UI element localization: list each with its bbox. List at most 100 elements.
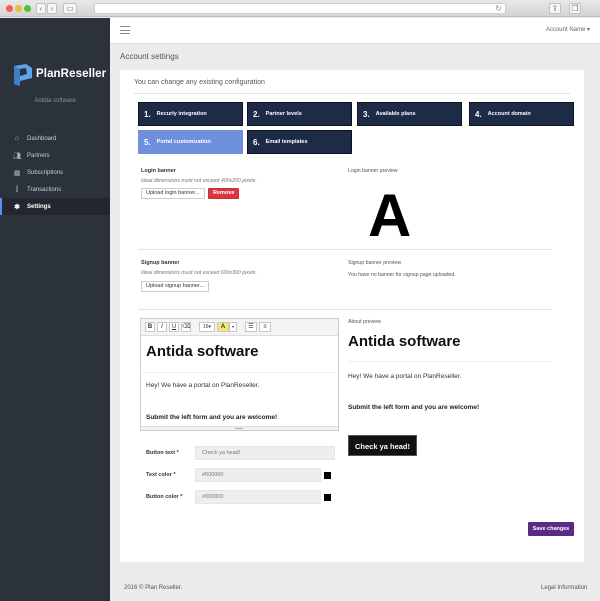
sidebar-item-transactions[interactable]: ⫿ Transactions [0, 181, 110, 198]
chart-icon: ⫿ [15, 185, 19, 193]
ordered-list-icon[interactable]: ≡ [259, 322, 271, 332]
unordered-list-icon[interactable]: ☰ [245, 322, 257, 332]
share-icon[interactable]: ⇪ [549, 3, 561, 14]
tab-recurly-integration[interactable]: 1. Recurly integration [138, 102, 243, 126]
editor-resize-handle[interactable] [141, 426, 338, 430]
sidebar-item-label: Partners [27, 152, 50, 159]
eraser-icon[interactable]: ⌫ [181, 322, 191, 332]
address-bar[interactable]: ↻ [94, 3, 506, 14]
sidebar-item-label: Transactions [27, 186, 62, 193]
brand-subtitle: Antida software [34, 98, 76, 104]
login-banner-note: Ideal dimensions must not exceed 400x200… [141, 178, 257, 184]
button-color-input[interactable] [195, 490, 321, 504]
page-title: Account settings [120, 52, 179, 61]
editor-heading[interactable]: Antida software [146, 343, 259, 360]
preview-heading: Antida software [348, 333, 461, 350]
signup-banner-empty-text: You have no banner for signup page uploa… [348, 272, 456, 278]
text-color-swatch[interactable] [324, 472, 331, 479]
editor-paragraph[interactable]: Hey! We have a portal on PlanReseller. [146, 382, 259, 389]
login-banner-preview-image: A [368, 182, 412, 249]
button-color-label: Button color * [146, 494, 183, 500]
tab-portal-customization[interactable]: 5. Portal customization [138, 130, 243, 154]
tab-label: Portal customization [156, 139, 211, 145]
sidebar-item-subscriptions[interactable]: ▦ Subscriptions [0, 164, 110, 181]
button-color-swatch[interactable] [324, 494, 331, 501]
login-banner-preview-label: Login banner preview [348, 168, 398, 174]
tab-number: 4. [475, 109, 482, 119]
hamburger-menu-icon[interactable] [120, 26, 130, 34]
account-menu[interactable]: Account Name ▾ [546, 26, 590, 33]
button-text-label: Button text * [146, 450, 179, 456]
sidebar-item-partners[interactable]: 👥︎ Partners [0, 147, 110, 164]
minimize-window-dot[interactable] [15, 5, 22, 12]
upload-signup-banner-button[interactable]: Upload signup banner... [141, 281, 210, 292]
tab-label: Available plans [375, 111, 416, 117]
sidebar-menu: ⌂ Dashboard 👥︎ Partners ▦ Subscriptions … [0, 130, 110, 215]
users-icon: 👥︎ [12, 152, 22, 160]
button-text-input[interactable] [195, 446, 335, 460]
close-window-dot[interactable] [6, 5, 13, 12]
sidebar-item-label: Settings [27, 203, 51, 210]
editor-bold-line[interactable]: Submit the left form and you are welcome… [146, 414, 277, 421]
signup-banner-note: Ideal dimensions must not exceed 600x300… [141, 270, 257, 276]
bold-button[interactable]: B [145, 322, 155, 332]
remove-login-banner-button[interactable]: Remove [208, 188, 240, 199]
divider [138, 309, 552, 310]
tab-number: 6. [253, 137, 260, 147]
text-color-input[interactable] [195, 468, 321, 482]
brand-name: PlanReseller [36, 68, 107, 80]
font-size-select[interactable]: 16▾ [199, 322, 215, 332]
tabs-icon[interactable]: ❐ [569, 3, 581, 14]
text-color-button[interactable]: A [217, 322, 229, 332]
signup-banner-preview-label: Signup banner preview [348, 260, 402, 266]
tab-email-templates[interactable]: 6. Email templates [247, 130, 352, 154]
preview-rule [348, 361, 552, 362]
planreseller-logo-icon [14, 64, 32, 86]
sidebar: PlanReseller Antida software ⌂ Dashboard… [0, 18, 110, 601]
sidebar-item-label: Dashboard [27, 135, 57, 142]
login-banner-label: Login banner [141, 168, 176, 174]
tab-number: 2. [253, 109, 260, 119]
brand-logo[interactable]: PlanReseller [14, 64, 114, 90]
editor-toolbar: B I U ⌫ 16▾ A ▾ ☰ ≡ [141, 319, 338, 336]
tab-number: 1. [144, 109, 151, 119]
legal-information-link[interactable]: Legal Information [541, 585, 587, 591]
preview-bold-line: Submit the left form and you are welcome… [348, 404, 480, 411]
sidebar-toggle-icon[interactable]: ▭ [63, 3, 77, 14]
tab-number: 5. [144, 137, 151, 147]
about-preview-label: About preview [348, 319, 381, 325]
text-color-label: Text color * [146, 472, 176, 478]
tab-number: 3. [363, 109, 370, 119]
home-icon: ⌂ [14, 135, 20, 142]
divider [138, 249, 552, 250]
wrench-icon: ✱ [14, 203, 20, 211]
divider [134, 93, 570, 94]
sidebar-item-dashboard[interactable]: ⌂ Dashboard [0, 130, 110, 147]
tab-account-domain[interactable]: 4. Account domain [469, 102, 574, 126]
tab-label: Recurly integration [156, 111, 207, 117]
editor-rule [142, 372, 337, 373]
save-changes-button[interactable]: Save changes [528, 522, 574, 536]
tab-label: Partner levels [265, 111, 302, 117]
about-editor[interactable]: B I U ⌫ 16▾ A ▾ ☰ ≡ Antida software Hey!… [140, 318, 339, 431]
reload-icon[interactable]: ↻ [495, 4, 502, 14]
preview-paragraph: Hey! We have a portal on PlanReseller. [348, 373, 462, 380]
italic-button[interactable]: I [157, 322, 167, 332]
top-bar: Account Name ▾ [110, 18, 600, 44]
underline-button[interactable]: U [169, 322, 179, 332]
forward-icon[interactable]: › [47, 3, 57, 14]
footer-copyright: 2016 © Plan Reseller. [124, 585, 183, 591]
tab-available-plans[interactable]: 3. Available plans [357, 102, 462, 126]
card-subtitle: You can change any existing configuratio… [134, 79, 265, 86]
tab-label: Account domain [487, 111, 531, 117]
chevron-down-icon[interactable]: ▾ [229, 322, 237, 332]
tab-partner-levels[interactable]: 2. Partner levels [247, 102, 352, 126]
sidebar-item-settings[interactable]: ✱ Settings [0, 198, 110, 215]
signup-banner-label: Signup banner [141, 260, 180, 266]
upload-login-banner-button[interactable]: Upload login banner... [141, 188, 205, 199]
grid-icon: ▦ [13, 169, 21, 177]
back-icon[interactable]: ‹ [36, 3, 46, 14]
sidebar-item-label: Subscriptions [27, 169, 64, 176]
maximize-window-dot[interactable] [24, 5, 31, 12]
preview-cta-button[interactable]: Check ya head! [348, 435, 417, 456]
